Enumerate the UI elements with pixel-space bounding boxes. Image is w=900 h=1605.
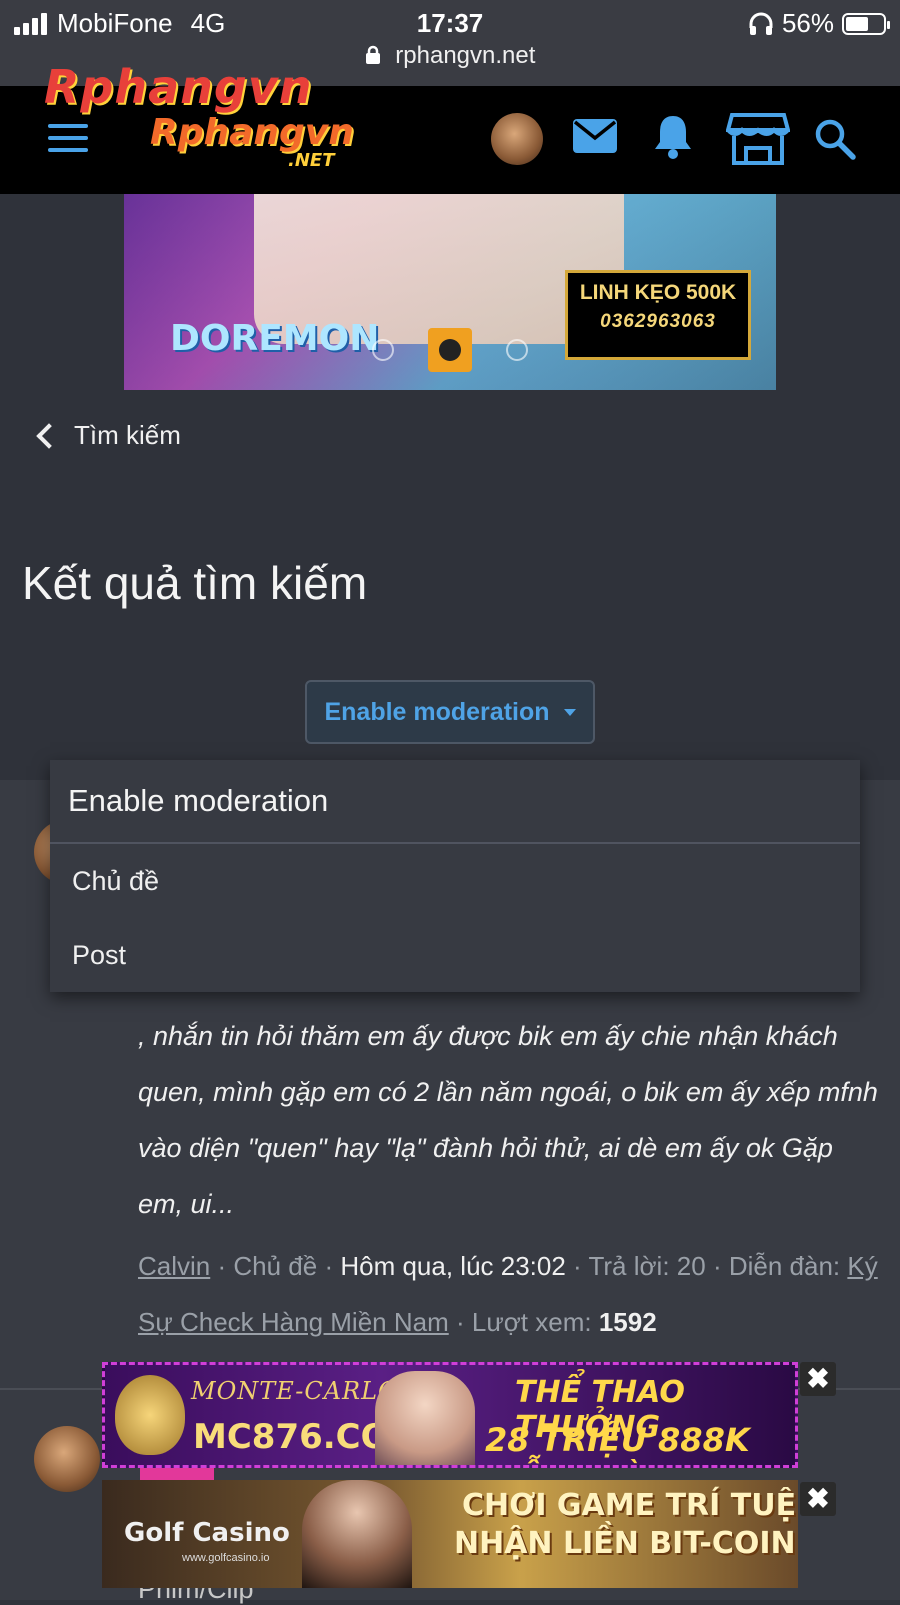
pager-dot-active[interactable] bbox=[428, 328, 472, 372]
search-icon[interactable] bbox=[814, 118, 856, 160]
lock-icon bbox=[365, 45, 380, 64]
chevron-left-icon bbox=[36, 422, 62, 449]
ad2-subline: NHẬN LIỀN BIT-COIN bbox=[454, 1526, 796, 1561]
bell-icon[interactable] bbox=[652, 112, 694, 160]
banner-promo-title: LINH KẸO 500K bbox=[579, 281, 737, 304]
ad1-subline: 28 TRIỆU 888K MỖI NGÀY bbox=[485, 1421, 750, 1465]
moderation-menu: Enable moderation Chủ đề Post bbox=[50, 760, 860, 992]
headphones-icon bbox=[749, 12, 773, 35]
banner-brand: DOREMON bbox=[170, 318, 380, 359]
result-views: 1592 bbox=[598, 1307, 657, 1337]
inbox-icon[interactable] bbox=[572, 118, 618, 154]
user-avatar[interactable] bbox=[491, 113, 543, 165]
site-logo-net: .NET bbox=[288, 150, 335, 171]
enable-moderation-button[interactable]: Enable moderation bbox=[305, 680, 595, 744]
monte-carlo-crest-icon bbox=[115, 1375, 185, 1455]
status-right: 56% bbox=[748, 8, 890, 39]
menu-icon[interactable] bbox=[48, 124, 88, 154]
battery-icon bbox=[842, 12, 890, 35]
result-forum-label: Diễn đàn: bbox=[728, 1251, 841, 1281]
menu-item-post[interactable]: Post bbox=[50, 918, 860, 992]
result-meta: Calvin · Chủ đề · Hôm qua, lúc 23:02 · T… bbox=[138, 1251, 878, 1337]
battery-percent: 56% bbox=[781, 8, 834, 38]
casino-ad-banner[interactable]: MONTE-CARLO MC876.COM THỂ THAO THƯỞNG 28… bbox=[102, 1362, 798, 1468]
banner-promo-box: LINH KẸO 500K 0362963063 bbox=[565, 270, 751, 360]
logo-overlay: Rphangvn bbox=[44, 60, 313, 114]
author-link[interactable]: Calvin bbox=[138, 1251, 210, 1281]
result-avatar[interactable] bbox=[34, 1426, 100, 1492]
close-ad-icon[interactable]: ✖ bbox=[800, 1362, 836, 1396]
banner-promo-phone: 0362963063 bbox=[600, 311, 716, 332]
ad2-brand: Golf Casino bbox=[124, 1518, 290, 1548]
store-icon[interactable] bbox=[726, 112, 790, 166]
ad1-brand: MONTE-CARLO bbox=[191, 1377, 399, 1405]
close-ad-icon[interactable]: ✖ bbox=[800, 1482, 836, 1516]
result-date: Hôm qua, lúc 23:02 bbox=[340, 1251, 566, 1281]
ad2-model-photo bbox=[302, 1480, 412, 1588]
pager-dot[interactable] bbox=[506, 339, 528, 361]
caret-down-icon bbox=[563, 708, 576, 716]
enable-moderation-label: Enable moderation bbox=[324, 697, 550, 726]
page-title: Kết quả tìm kiếm bbox=[22, 557, 368, 609]
ad1-model-photo bbox=[375, 1371, 475, 1465]
pager-dot[interactable] bbox=[372, 339, 394, 361]
result-views-label: Lượt xem: bbox=[471, 1307, 592, 1337]
ad2-site: www.golfcasino.io bbox=[182, 1552, 270, 1564]
ad2-headline: CHƠI GAME TRÍ TUỆ bbox=[462, 1488, 797, 1523]
golf-casino-ad-banner[interactable]: Golf Casino www.golfcasino.io CHƠI GAME … bbox=[102, 1480, 798, 1588]
back-link[interactable]: Tìm kiếm bbox=[36, 420, 181, 451]
back-link-label: Tìm kiếm bbox=[74, 420, 181, 450]
menu-item-chu-de[interactable]: Chủ đề bbox=[50, 844, 860, 918]
moderation-menu-header: Enable moderation bbox=[50, 760, 860, 844]
url-text: rphangvn.net bbox=[395, 42, 536, 69]
result-snippet[interactable]: , nhắn tin hỏi thăm em ấy được bik em ấy… bbox=[138, 1008, 878, 1232]
site-logo[interactable]: Rphangvn bbox=[150, 112, 354, 153]
result-replies: Trả lời: 20 bbox=[588, 1251, 706, 1281]
result-type: Chủ đề bbox=[233, 1251, 318, 1281]
banner-pager bbox=[372, 328, 528, 372]
